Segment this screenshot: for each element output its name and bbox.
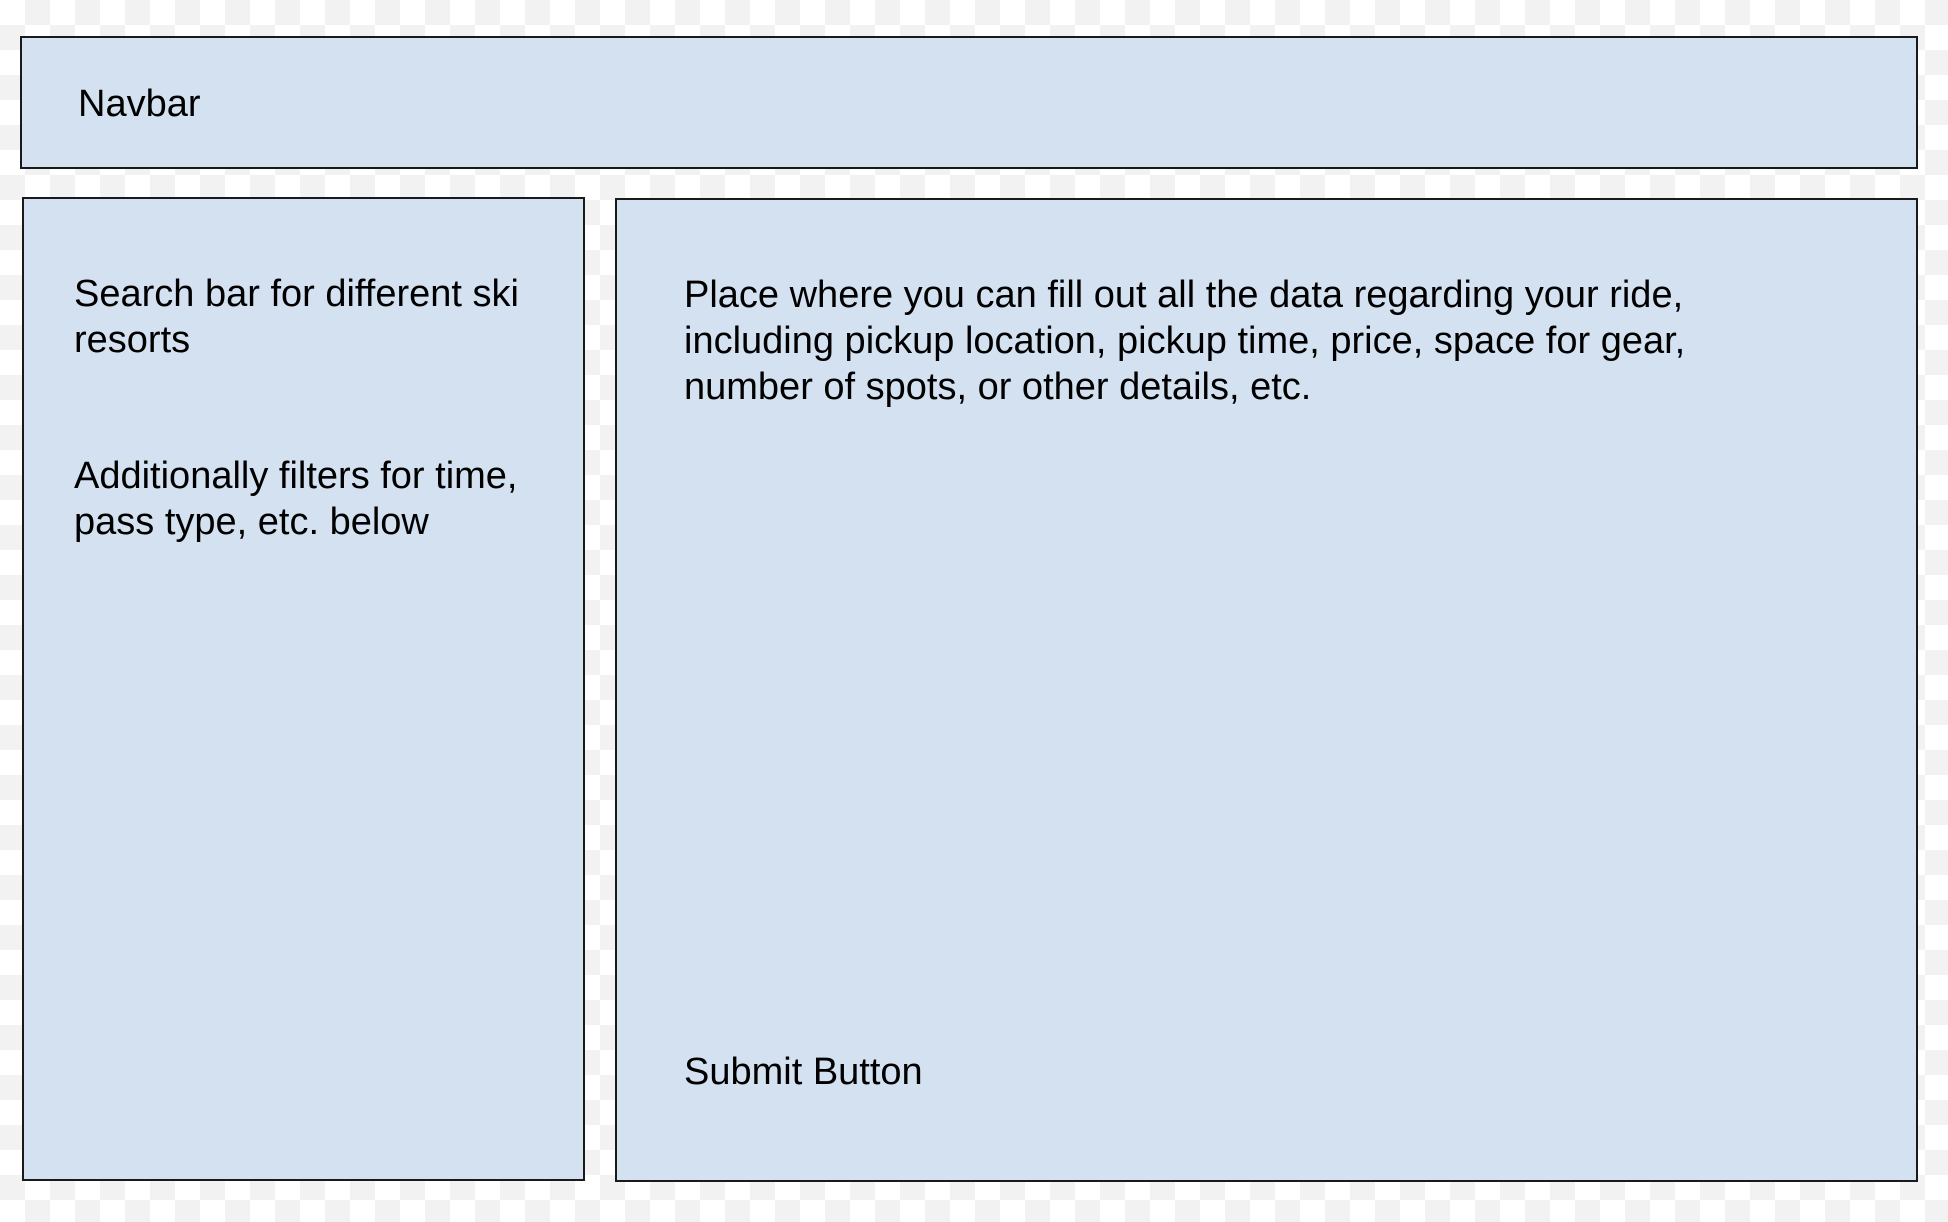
sidebar-box: Search bar for different ski resorts Add…: [22, 197, 585, 1181]
ride-form-box: Place where you can fill out all the dat…: [615, 198, 1918, 1182]
search-bar-description: Search bar for different ski resorts: [74, 273, 519, 361]
navbar-label: Navbar: [78, 83, 201, 125]
navbar-box: Navbar: [20, 36, 1918, 169]
ride-form-description: Place where you can fill out all the dat…: [684, 274, 1686, 408]
submit-button-label: Submit Button: [684, 1051, 923, 1093]
filters-description: Additionally filters for time, pass type…: [74, 455, 518, 543]
